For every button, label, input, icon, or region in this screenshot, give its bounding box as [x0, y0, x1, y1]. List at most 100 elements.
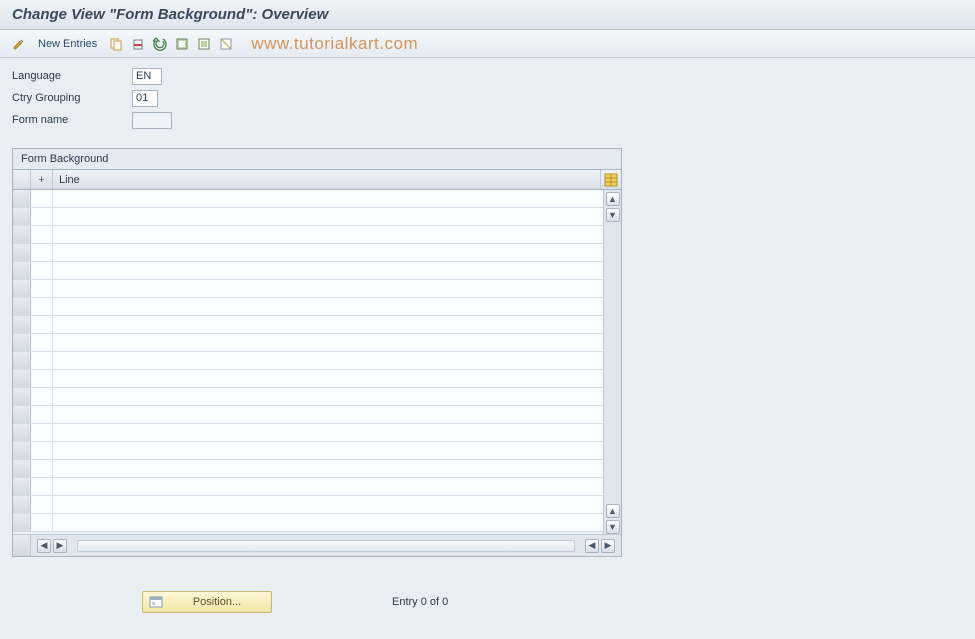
deselect-all-icon[interactable] — [217, 35, 235, 53]
column-line[interactable]: Line — [53, 170, 601, 189]
row-plus-cell[interactable] — [31, 388, 53, 405]
row-selector[interactable] — [13, 244, 31, 261]
row-selector[interactable] — [13, 406, 31, 423]
scroll-up-icon[interactable]: ▲ — [606, 192, 620, 206]
row-plus-cell[interactable] — [31, 262, 53, 279]
row-line-cell[interactable] — [53, 496, 603, 513]
row-plus-cell[interactable] — [31, 442, 53, 459]
row-plus-cell[interactable] — [31, 208, 53, 225]
table-row[interactable] — [13, 406, 603, 424]
row-selector[interactable] — [13, 424, 31, 441]
row-line-cell[interactable] — [53, 388, 603, 405]
row-plus-cell[interactable] — [31, 226, 53, 243]
row-line-cell[interactable] — [53, 244, 603, 261]
scroll-down-icon[interactable]: ▼ — [606, 208, 620, 222]
row-line-cell[interactable] — [53, 262, 603, 279]
row-selector[interactable] — [13, 190, 31, 207]
row-plus-cell[interactable] — [31, 424, 53, 441]
select-block-icon[interactable] — [195, 35, 213, 53]
table-row[interactable] — [13, 370, 603, 388]
horizontal-scrollbar[interactable]: ◀ ▶ ◀ ▶ — [13, 534, 621, 556]
row-line-cell[interactable] — [53, 316, 603, 333]
row-selector[interactable] — [13, 280, 31, 297]
row-plus-cell[interactable] — [31, 496, 53, 513]
row-line-cell[interactable] — [53, 442, 603, 459]
column-plus[interactable]: + — [31, 170, 53, 189]
row-line-cell[interactable] — [53, 298, 603, 315]
form-name-value[interactable] — [132, 112, 172, 129]
table-row[interactable] — [13, 244, 603, 262]
table-row[interactable] — [13, 496, 603, 514]
row-line-cell[interactable] — [53, 406, 603, 423]
select-all-icon[interactable] — [173, 35, 191, 53]
row-line-cell[interactable] — [53, 424, 603, 441]
row-selector[interactable] — [13, 496, 31, 513]
row-selector[interactable] — [13, 262, 31, 279]
table-row[interactable] — [13, 316, 603, 334]
row-plus-cell[interactable] — [31, 298, 53, 315]
scroll-left-icon[interactable]: ◀ — [37, 539, 51, 553]
row-selector[interactable] — [13, 298, 31, 315]
row-selector[interactable] — [13, 208, 31, 225]
row-line-cell[interactable] — [53, 352, 603, 369]
row-plus-cell[interactable] — [31, 334, 53, 351]
row-plus-cell[interactable] — [31, 352, 53, 369]
toggle-display-change-icon[interactable] — [10, 35, 28, 53]
table-row[interactable] — [13, 388, 603, 406]
row-selector[interactable] — [13, 460, 31, 477]
row-plus-cell[interactable] — [31, 478, 53, 495]
row-selector[interactable] — [13, 370, 31, 387]
scroll-left-end-icon[interactable]: ◀ — [585, 539, 599, 553]
row-line-cell[interactable] — [53, 208, 603, 225]
row-plus-cell[interactable] — [31, 460, 53, 477]
row-line-cell[interactable] — [53, 190, 603, 207]
copy-as-icon[interactable] — [107, 35, 125, 53]
row-plus-cell[interactable] — [31, 370, 53, 387]
table-row[interactable] — [13, 226, 603, 244]
scroll-right-icon[interactable]: ▶ — [53, 539, 67, 553]
row-selector[interactable] — [13, 388, 31, 405]
row-selector[interactable] — [13, 226, 31, 243]
row-line-cell[interactable] — [53, 460, 603, 477]
table-row[interactable] — [13, 262, 603, 280]
undo-change-icon[interactable] — [151, 35, 169, 53]
table-row[interactable] — [13, 442, 603, 460]
table-row[interactable] — [13, 208, 603, 226]
row-selector[interactable] — [13, 478, 31, 495]
scroll-track[interactable] — [77, 540, 575, 552]
row-line-cell[interactable] — [53, 280, 603, 297]
row-plus-cell[interactable] — [31, 280, 53, 297]
table-row[interactable] — [13, 334, 603, 352]
row-selector[interactable] — [13, 316, 31, 333]
row-line-cell[interactable] — [53, 334, 603, 351]
table-row[interactable] — [13, 298, 603, 316]
scroll-down-bottom-icon[interactable]: ▼ — [606, 520, 620, 534]
column-selector[interactable] — [13, 170, 31, 189]
row-plus-cell[interactable] — [31, 406, 53, 423]
row-plus-cell[interactable] — [31, 514, 53, 531]
table-row[interactable] — [13, 352, 603, 370]
vertical-scrollbar[interactable]: ▲ ▼ ▲ ▼ — [603, 190, 621, 534]
scroll-up-bottom-icon[interactable]: ▲ — [606, 504, 620, 518]
row-plus-cell[interactable] — [31, 190, 53, 207]
row-line-cell[interactable] — [53, 514, 603, 531]
position-button[interactable]: Position... — [142, 591, 272, 613]
table-row[interactable] — [13, 190, 603, 208]
row-selector[interactable] — [13, 442, 31, 459]
row-line-cell[interactable] — [53, 370, 603, 387]
language-value[interactable]: EN — [132, 68, 162, 85]
row-line-cell[interactable] — [53, 226, 603, 243]
row-line-cell[interactable] — [53, 478, 603, 495]
row-plus-cell[interactable] — [31, 316, 53, 333]
table-row[interactable] — [13, 460, 603, 478]
row-selector[interactable] — [13, 334, 31, 351]
table-row[interactable] — [13, 280, 603, 298]
row-selector[interactable] — [13, 514, 31, 531]
table-settings-icon[interactable] — [601, 170, 621, 189]
table-row[interactable] — [13, 478, 603, 496]
row-selector[interactable] — [13, 352, 31, 369]
table-row[interactable] — [13, 424, 603, 442]
table-row[interactable] — [13, 514, 603, 532]
new-entries-button[interactable]: New Entries — [32, 36, 103, 52]
ctry-grouping-value[interactable]: 01 — [132, 90, 158, 107]
